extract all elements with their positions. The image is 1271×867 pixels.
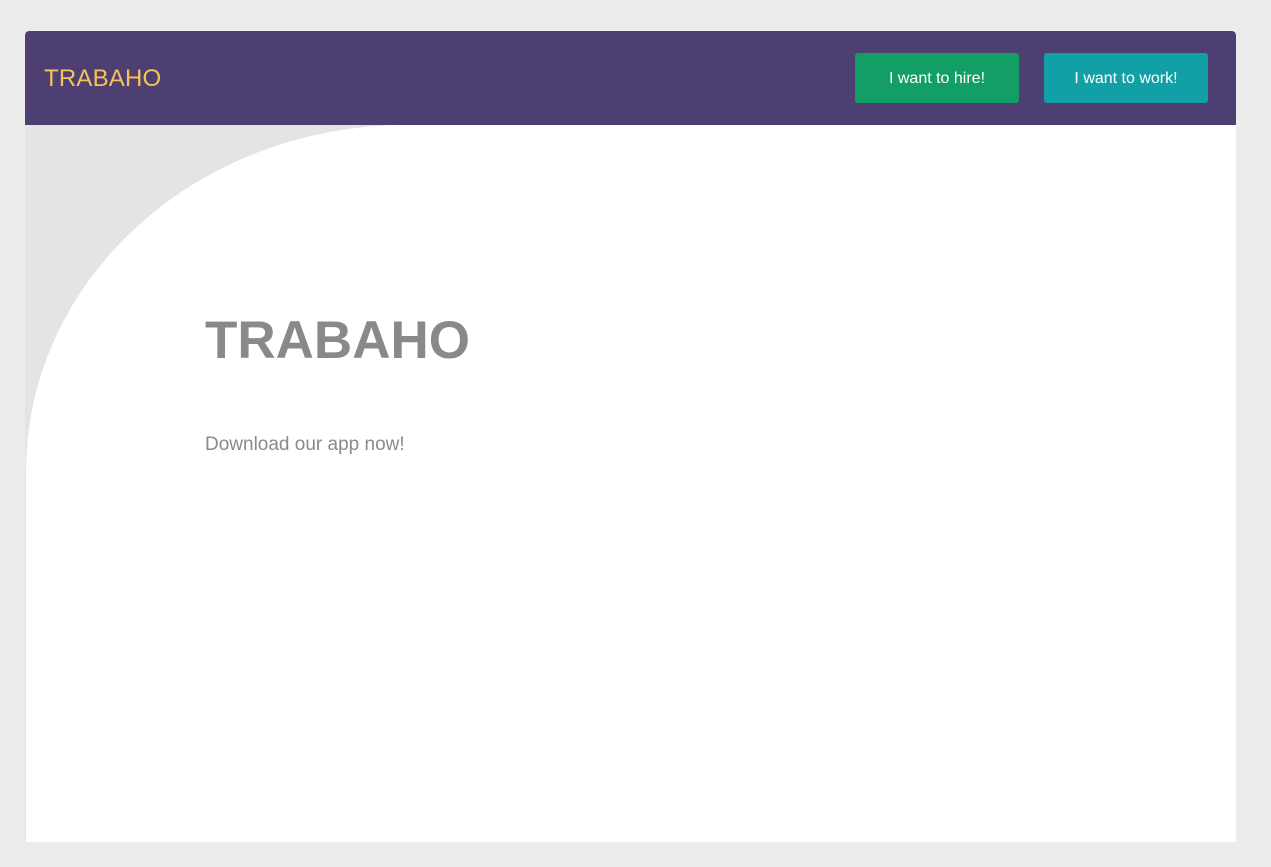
brand-logo-link[interactable]: TRABAHO (44, 65, 161, 93)
hero-section: TRABAHO Download our app now! (25, 125, 1236, 842)
hire-button[interactable]: I want to hire! (855, 53, 1019, 103)
hero-curved-panel (26, 125, 1236, 842)
hero-title: TRABAHO (205, 311, 470, 370)
work-button[interactable]: I want to work! (1044, 53, 1208, 103)
navbar: TRABAHO I want to hire! I want to work! (25, 31, 1236, 125)
hero-subtitle: Download our app now! (205, 434, 405, 455)
page-frame: TRABAHO I want to hire! I want to work! … (25, 31, 1236, 842)
